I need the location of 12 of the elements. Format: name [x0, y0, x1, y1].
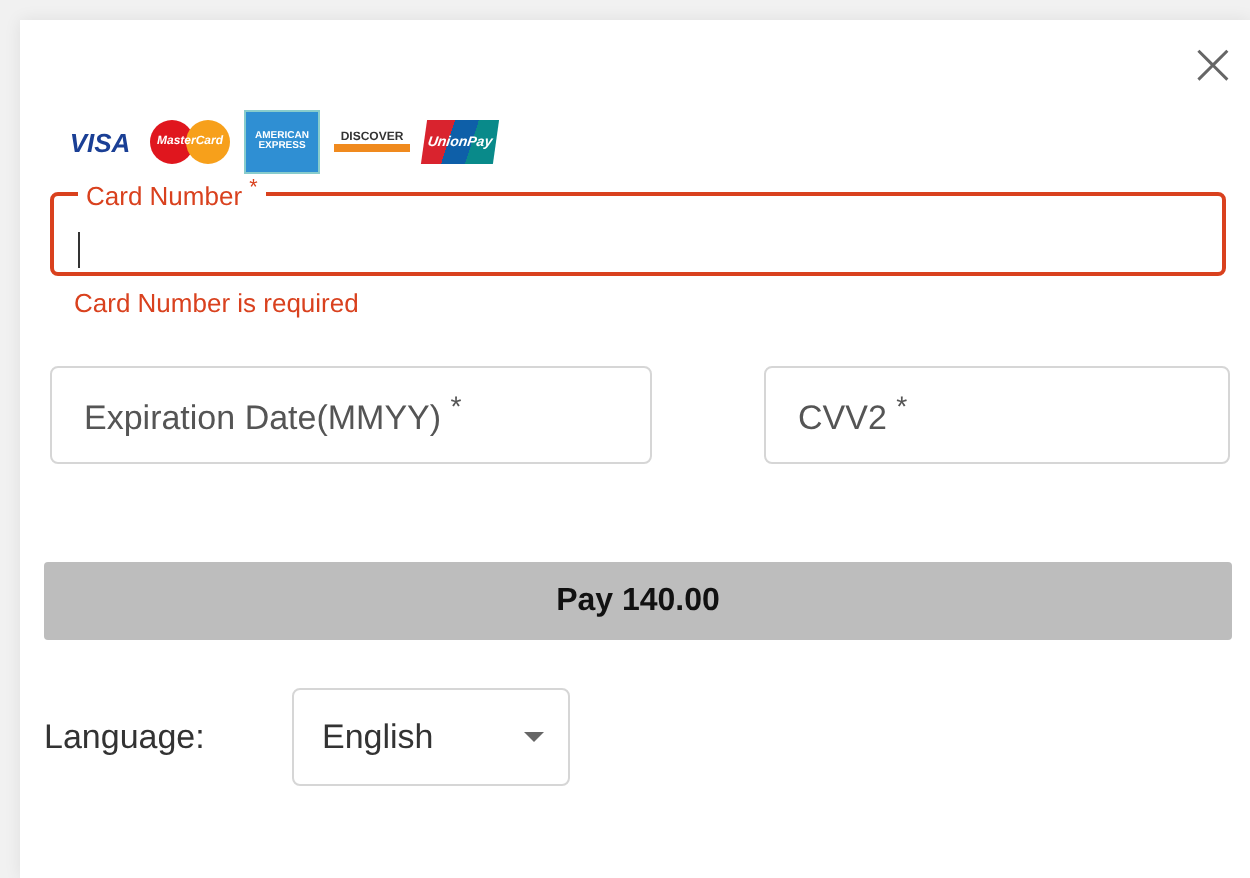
card-logo: VISA: [67, 127, 133, 157]
field-label: Card Number $^{*}$: [84, 178, 260, 209]
language-select[interactable]: English: [292, 688, 570, 786]
card-number-field[interactable]: Card Number $^{*}$: [50, 178, 1226, 276]
cvv-field[interactable]: CVV2 $^{*}$: [764, 366, 1230, 464]
error-message: Card Number is required: [74, 288, 361, 318]
expiration-field[interactable]: Expiration Date(MMYY) $^{*}$: [50, 366, 652, 464]
placeholder: CVV2 $^{*}$: [798, 391, 908, 439]
language-label: Language:: [44, 717, 207, 757]
placeholder: Expiration Date(MMYY) $^{*}$: [84, 391, 462, 439]
caret-icon: [524, 732, 544, 742]
close-button[interactable]: ×: [1187, 36, 1238, 96]
